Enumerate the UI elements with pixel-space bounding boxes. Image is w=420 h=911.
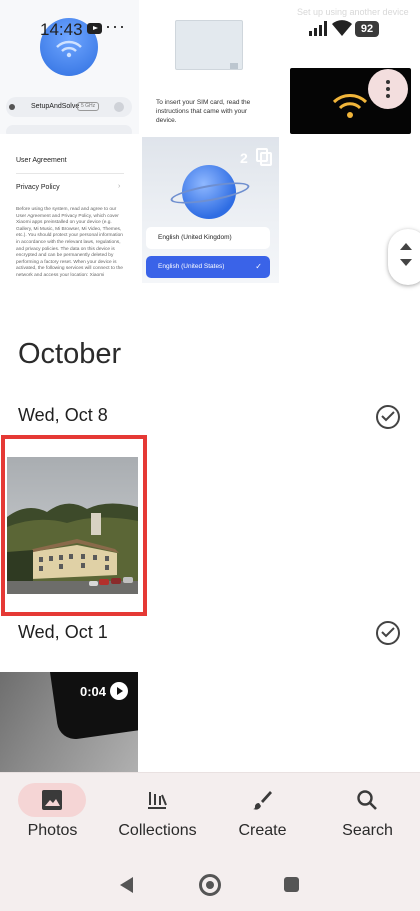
- overlay-hint-text: Set up using another device: [297, 7, 409, 17]
- more-vert-icon: [386, 80, 390, 84]
- wifi-icon: [332, 94, 368, 118]
- fast-scroll-handle[interactable]: [388, 229, 420, 285]
- nav-indicator: [18, 783, 86, 817]
- nav-indicator: [123, 783, 191, 817]
- language-option-selected: English (United States) ✓: [146, 256, 270, 278]
- bottom-navigation: Photos Collections Create Search: [0, 772, 420, 852]
- divider: [16, 173, 124, 174]
- stack-icon-layer: [260, 152, 272, 166]
- network-badge: 5 GHz: [77, 102, 100, 111]
- status-bar: Set up using another device 14:43 ··· 92: [0, 0, 420, 60]
- agreement-row-label: User Agreement: [16, 157, 67, 164]
- arrow-icon: [114, 102, 124, 112]
- wifi-icon: [9, 104, 15, 110]
- date-header: Wed, Oct 8: [18, 405, 108, 425]
- search-icon: [357, 790, 377, 810]
- agreement-body-text: Before using the system, read and agree …: [16, 207, 123, 278]
- photo-icon: [42, 790, 62, 810]
- video-duration: 0:04: [80, 684, 107, 699]
- language-option-label: English (United Kingdom): [158, 234, 232, 241]
- arrow-up-icon: [400, 243, 412, 250]
- youtube-icon: [87, 23, 102, 34]
- back-button[interactable]: [120, 877, 133, 893]
- select-day-button[interactable]: [376, 405, 400, 429]
- nav-label: Create: [238, 822, 287, 839]
- building-photo-image: [7, 457, 138, 594]
- nav-create[interactable]: Create: [210, 773, 315, 853]
- language-option-label: English (United States): [158, 263, 225, 270]
- language-option: English (United Kingdom): [146, 227, 270, 249]
- month-header: October: [18, 338, 122, 370]
- date-header: Wed, Oct 1: [18, 622, 108, 642]
- signal-icon: [309, 21, 327, 36]
- nav-photos[interactable]: Photos: [0, 773, 105, 853]
- check-icon: [381, 627, 395, 638]
- more-notifications-icon: ···: [105, 16, 126, 36]
- nav-label: Photos: [27, 822, 78, 839]
- video-frame-image: [50, 672, 138, 742]
- check-icon: ✓: [255, 262, 262, 271]
- network-row-2: [6, 125, 132, 134]
- select-day-button[interactable]: [376, 621, 400, 645]
- privacy-row-label: Privacy Policy: [16, 184, 60, 191]
- stack-icon-layer: [118, 152, 130, 166]
- status-time: 14:43: [40, 20, 83, 39]
- nav-search[interactable]: Search: [315, 773, 420, 853]
- stack-count-badge: 2: [240, 148, 272, 166]
- network-name: SetupAndSolve: [31, 103, 80, 110]
- brush-icon: [253, 791, 272, 810]
- battery-level: 92: [355, 21, 379, 37]
- photo-grid: SetupAndSolve 5 GHz To insert your SIM c…: [0, 0, 420, 772]
- nav-label: Search: [342, 822, 393, 839]
- system-navigation-bar: [0, 852, 420, 911]
- stack-count: 2: [98, 150, 106, 166]
- sim-instruction-text: To insert your SIM card, read the instru…: [156, 99, 251, 124]
- stack-count: 2: [240, 150, 248, 166]
- nav-indicator: [228, 783, 296, 817]
- photo-thumbnail-building[interactable]: [7, 457, 138, 594]
- recents-button[interactable]: [284, 877, 299, 892]
- wifi-status-icon: [332, 20, 352, 36]
- nav-indicator: [333, 783, 401, 817]
- play-icon: [110, 682, 128, 700]
- nav-collections[interactable]: Collections: [105, 773, 210, 853]
- home-button[interactable]: [199, 874, 221, 896]
- more-vert-icon-dot: [386, 87, 390, 91]
- stack-count-badge: 2: [98, 148, 130, 166]
- collections-icon: [148, 792, 167, 809]
- arrow-down-icon: [400, 259, 412, 266]
- more-vert-icon-dot: [386, 94, 390, 98]
- chevron-right-icon: ›: [118, 183, 121, 190]
- check-icon: [381, 411, 395, 422]
- more-options-button[interactable]: [368, 69, 408, 109]
- nav-label: Collections: [118, 822, 197, 839]
